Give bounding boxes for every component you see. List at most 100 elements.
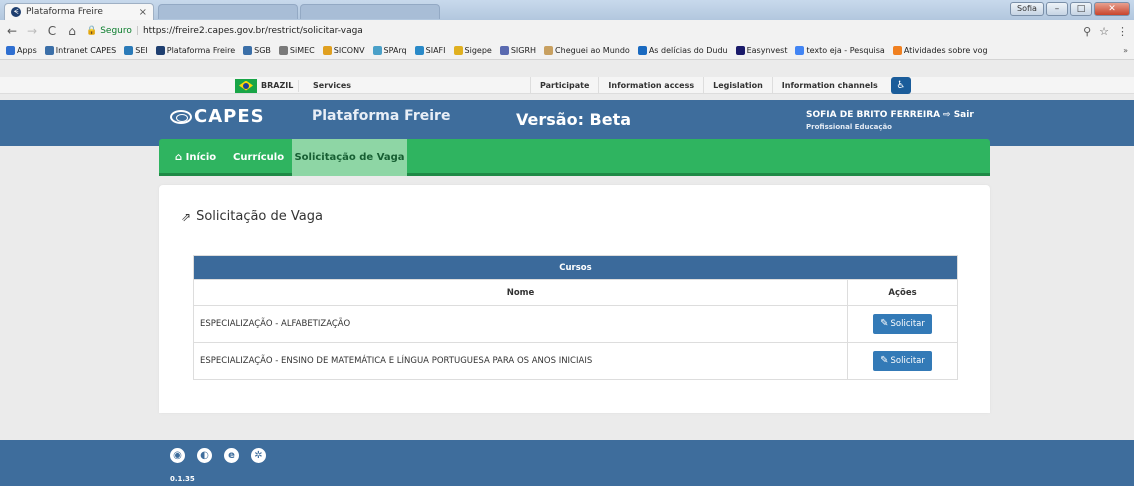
- bookmark-favicon-icon: [124, 46, 134, 55]
- maximize-icon[interactable]: □: [1070, 2, 1092, 16]
- nav-inicio[interactable]: ⌂ Início: [175, 139, 216, 176]
- bookmark-item[interactable]: Apps: [6, 46, 37, 55]
- window-user-button[interactable]: Sofia: [1010, 2, 1044, 16]
- bookmark-item[interactable]: Easynvest: [735, 46, 788, 55]
- bookmark-star-icon[interactable]: ☆: [1099, 25, 1109, 38]
- url-separator: |: [135, 26, 139, 36]
- bookmark-favicon-icon: [243, 46, 253, 55]
- table-row: ESPECIALIZAÇÃO - ENSINO DE MATEMÁTICA E …: [193, 342, 958, 380]
- gov-brazil-link[interactable]: BRAZIL: [235, 78, 293, 93]
- menu-kebab-icon[interactable]: ⋮: [1117, 25, 1128, 38]
- user-name: SOFIA DE BRITO FERREIRA: [806, 110, 941, 120]
- bookmark-favicon-icon: [278, 46, 288, 55]
- table-row: ESPECIALIZAÇÃO - ALFABETIZAÇÃO ✎ Solicita…: [193, 305, 958, 343]
- bookmark-favicon-icon: [44, 46, 54, 55]
- close-window-icon[interactable]: ✕: [1094, 2, 1130, 16]
- bookmark-item[interactable]: SICONV: [322, 46, 365, 55]
- bookmark-label: Atividades sobre vog: [903, 46, 988, 55]
- bookmark-label: Plataforma Freire: [166, 46, 236, 55]
- solicitar-button[interactable]: ✎ Solicitar: [873, 314, 932, 334]
- gov-bar: BRAZIL Services Participate Information …: [0, 77, 1134, 94]
- logout-icon: ⇨: [943, 110, 951, 120]
- browser-tabstrip: ᗕ Plataforma Freire × Sofia – □ ✕: [0, 0, 1134, 20]
- bookmark-label: Easynvest: [746, 46, 788, 55]
- bookmarks-more-icon[interactable]: »: [1123, 46, 1128, 55]
- nav-solicitacao-vaga[interactable]: Solicitação de Vaga: [292, 139, 407, 176]
- action-cell: ✎ Solicitar: [847, 305, 958, 343]
- solicitar-button[interactable]: ✎ Solicitar: [873, 351, 932, 371]
- window-controls: Sofia – □ ✕: [1010, 2, 1130, 16]
- bookmark-label: As delícias do Dudu: [648, 46, 728, 55]
- gov-link-information-access[interactable]: Information access: [598, 77, 703, 94]
- bookmark-label: SPArq: [383, 46, 407, 55]
- browser-tab-inactive[interactable]: [158, 4, 298, 19]
- bookmark-item[interactable]: SIGRH: [499, 46, 537, 55]
- minimize-icon[interactable]: –: [1046, 2, 1068, 16]
- solicitar-label: Solicitar: [890, 356, 925, 366]
- nav-curriculo[interactable]: Currículo: [233, 139, 284, 176]
- column-header-acoes: Ações: [847, 279, 958, 306]
- back-icon[interactable]: ←: [6, 24, 18, 38]
- bookmark-label: SIAFI: [425, 46, 446, 55]
- reload-icon[interactable]: C: [46, 24, 58, 38]
- bookmark-item[interactable]: Plataforma Freire: [155, 46, 236, 55]
- bookmark-favicon-icon: [499, 46, 509, 55]
- course-name: ESPECIALIZAÇÃO - ENSINO DE MATEMÁTICA E …: [193, 342, 848, 380]
- bookmark-item[interactable]: Atividades sobre vog: [892, 46, 988, 55]
- safari-icon[interactable]: ✲: [251, 448, 266, 463]
- bookmark-favicon-icon: [735, 46, 745, 55]
- gov-link-legislation[interactable]: Legislation: [703, 77, 772, 94]
- chrome-icon[interactable]: ◉: [170, 448, 185, 463]
- bookmark-item[interactable]: texto eja - Pesquisa: [795, 46, 885, 55]
- capes-logo-text: CAPES: [194, 106, 265, 127]
- url-input[interactable]: 🔒 Seguro | https://freire2.capes.gov.br/…: [86, 23, 1075, 39]
- logout-button[interactable]: ⇨ Sair: [943, 110, 974, 120]
- gov-services-link[interactable]: Services: [298, 80, 351, 92]
- firefox-icon[interactable]: ◐: [197, 448, 212, 463]
- internet-explorer-icon[interactable]: e: [224, 448, 239, 463]
- bookmark-label: texto eja - Pesquisa: [806, 46, 885, 55]
- action-cell: ✎ Solicitar: [847, 342, 958, 380]
- capes-logo[interactable]: CAPES: [170, 106, 265, 127]
- brazil-flag-icon: [235, 78, 257, 93]
- browser-tab-inactive[interactable]: [300, 4, 440, 19]
- gov-link-participate[interactable]: Participate: [530, 77, 598, 94]
- gov-link-information-channels[interactable]: Information channels: [771, 77, 887, 94]
- bookmark-favicon-icon: [453, 46, 463, 55]
- nav-inicio-label: Início: [185, 152, 217, 163]
- tab-close-icon[interactable]: ×: [139, 7, 147, 18]
- home-icon[interactable]: ⌂: [66, 24, 78, 38]
- forward-icon[interactable]: →: [26, 24, 38, 38]
- courses-table: Cursos Nome Ações ESPECIALIZAÇÃO - ALFAB…: [193, 255, 958, 380]
- gov-brazil-label: BRAZIL: [261, 81, 294, 90]
- bookmark-item[interactable]: SGB: [243, 46, 271, 55]
- bookmark-label: Cheguei ao Mundo: [555, 46, 630, 55]
- capes-logo-icon: [170, 109, 192, 124]
- bookmark-favicon-icon: [372, 46, 382, 55]
- bookmark-label: SICONV: [333, 46, 365, 55]
- bookmark-favicon-icon: [637, 46, 647, 55]
- bookmark-label: SGB: [254, 46, 271, 55]
- table-caption: Cursos: [193, 255, 958, 280]
- bookmark-item[interactable]: Sigepe: [453, 46, 492, 55]
- bookmark-item[interactable]: SiMEC: [278, 46, 315, 55]
- bookmark-item[interactable]: Cheguei ao Mundo: [544, 46, 630, 55]
- bookmark-item[interactable]: SPArq: [372, 46, 407, 55]
- bookmark-label: SEI: [135, 46, 148, 55]
- bookmark-item[interactable]: As delícias do Dudu: [637, 46, 728, 55]
- accessibility-icon[interactable]: ♿: [890, 77, 911, 94]
- bookmark-label: Apps: [17, 46, 37, 55]
- bookmark-item[interactable]: SEI: [124, 46, 148, 55]
- extension-icon[interactable]: ⚲: [1083, 25, 1091, 38]
- main-nav: ⌂ Início Currículo Solicitação de Vaga: [159, 139, 990, 176]
- plataforma-freire-favicon-icon: ᗕ: [11, 7, 21, 17]
- bookmark-label: Intranet CAPES: [55, 46, 117, 55]
- bookmark-label: SIGRH: [510, 46, 537, 55]
- bookmark-item[interactable]: Intranet CAPES: [44, 46, 117, 55]
- secure-label: Seguro: [100, 26, 132, 36]
- column-header-nome: Nome: [193, 279, 848, 306]
- bookmark-favicon-icon: [544, 46, 554, 55]
- bookmark-item[interactable]: SIAFI: [414, 46, 446, 55]
- logout-label: Sair: [953, 110, 974, 120]
- browser-tab-active[interactable]: ᗕ Plataforma Freire ×: [4, 3, 154, 20]
